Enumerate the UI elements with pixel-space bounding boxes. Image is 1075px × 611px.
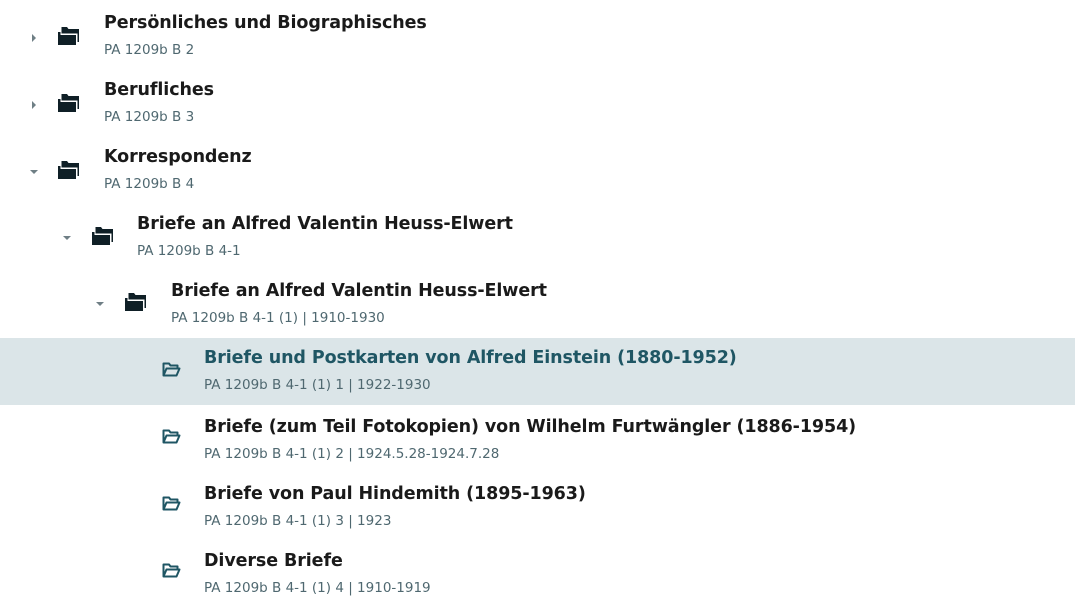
caret-right-icon[interactable] <box>26 72 42 138</box>
folder-filled-icon <box>125 293 147 313</box>
tree-node[interactable]: Berufliches PA 1209b B 3 <box>0 72 1075 138</box>
node-title[interactable]: Briefe von Paul Hindemith (1895-1963) <box>204 483 586 505</box>
node-signature: PA 1209b B 3 <box>104 109 195 125</box>
tree-node[interactable]: Diverse Briefe PA 1209b B 4-1 (1) 4 | 19… <box>0 541 1075 607</box>
node-signature: PA 1209b B 4-1 (1) 1 | 1922-1930 <box>204 377 431 393</box>
folder-filled-icon <box>58 94 80 114</box>
folder-open-icon <box>162 361 184 381</box>
folder-open-icon <box>162 428 184 448</box>
folder-filled-icon <box>92 227 114 247</box>
caret-down-icon[interactable] <box>59 206 75 272</box>
archive-tree: Persönliches und Biographisches PA 1209b… <box>0 0 1075 611</box>
caret-down-icon[interactable] <box>26 139 42 205</box>
node-signature: PA 1209b B 4 <box>104 176 195 192</box>
tree-node[interactable]: Briefe an Alfred Valentin Heuss-Elwert P… <box>0 206 1075 272</box>
node-title[interactable]: Briefe und Postkarten von Alfred Einstei… <box>204 347 737 369</box>
node-title[interactable]: Briefe (zum Teil Fotokopien) von Wilhelm… <box>204 416 856 438</box>
tree-node[interactable]: Korrespondenz PA 1209b B 4 <box>0 139 1075 205</box>
node-signature: PA 1209b B 4-1 (1) | 1910-1930 <box>171 310 385 326</box>
node-title[interactable]: Korrespondenz <box>104 146 252 168</box>
folder-open-icon <box>162 562 184 582</box>
node-title[interactable]: Briefe an Alfred Valentin Heuss-Elwert <box>137 213 513 235</box>
folder-open-icon <box>162 495 184 515</box>
caret-down-icon[interactable] <box>92 273 108 339</box>
node-title[interactable]: Persönliches und Biographisches <box>104 12 427 34</box>
node-title[interactable]: Diverse Briefe <box>204 550 343 572</box>
node-title[interactable]: Berufliches <box>104 79 214 101</box>
tree-node-selected[interactable]: Briefe und Postkarten von Alfred Einstei… <box>0 338 1075 405</box>
node-title[interactable]: Briefe an Alfred Valentin Heuss-Elwert <box>171 280 547 302</box>
caret-right-icon[interactable] <box>26 5 42 71</box>
folder-filled-icon <box>58 161 80 181</box>
folder-filled-icon <box>58 27 80 47</box>
tree-node[interactable]: Briefe an Alfred Valentin Heuss-Elwert P… <box>0 273 1075 339</box>
tree-node[interactable]: Persönliches und Biographisches PA 1209b… <box>0 5 1075 71</box>
tree-node[interactable]: Briefe (zum Teil Fotokopien) von Wilhelm… <box>0 407 1075 473</box>
node-signature: PA 1209b B 4-1 (1) 4 | 1910-1919 <box>204 580 431 596</box>
node-signature: PA 1209b B 4-1 (1) 3 | 1923 <box>204 513 392 529</box>
tree-node[interactable]: Briefe von Paul Hindemith (1895-1963) PA… <box>0 474 1075 540</box>
node-signature: PA 1209b B 4-1 <box>137 243 241 259</box>
node-signature: PA 1209b B 2 <box>104 42 195 58</box>
node-signature: PA 1209b B 4-1 (1) 2 | 1924.5.28-1924.7.… <box>204 446 500 462</box>
